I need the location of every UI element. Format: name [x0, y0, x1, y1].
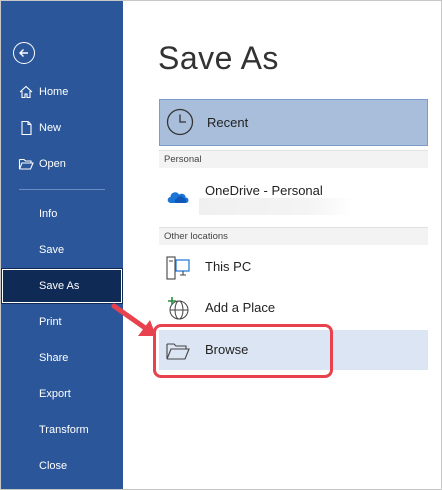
- add-place-globe-icon: [168, 297, 189, 320]
- location-this-pc[interactable]: This PC: [159, 247, 428, 287]
- open-folder-icon: [18, 158, 34, 170]
- page-title: Save As: [158, 40, 279, 76]
- nav-print[interactable]: Print: [1, 305, 123, 339]
- nav-divider: [19, 189, 105, 190]
- new-document-icon: [21, 120, 32, 136]
- nav-open-label: Open: [39, 158, 66, 170]
- nav-open[interactable]: Open: [1, 147, 123, 181]
- computer-icon: [166, 256, 190, 280]
- onedrive-label: OneDrive - Personal: [205, 183, 323, 198]
- nav-share-label: Share: [39, 352, 69, 364]
- onedrive-account-redacted: [199, 198, 354, 215]
- nav-close-label: Close: [39, 460, 68, 472]
- add-place-label: Add a Place: [205, 300, 276, 315]
- nav-transform[interactable]: Transform: [1, 413, 123, 447]
- section-header-personal: Personal: [159, 150, 428, 168]
- nav-save-as-label: Save As: [39, 280, 80, 292]
- annotation-highlight-box: [153, 324, 333, 378]
- location-recent[interactable]: Recent: [159, 99, 428, 146]
- nav-info[interactable]: Info: [1, 197, 123, 231]
- nav-info-label: Info: [39, 208, 58, 220]
- home-icon: [19, 85, 33, 99]
- nav-new[interactable]: New: [1, 111, 123, 145]
- nav-home[interactable]: Home: [1, 75, 123, 109]
- nav-save[interactable]: Save: [1, 233, 123, 267]
- nav-save-label: Save: [39, 244, 65, 256]
- nav-new-label: New: [39, 122, 62, 134]
- location-add-place[interactable]: Add a Place: [159, 288, 428, 328]
- backstage-sidebar: Home New Open Info Save Save As Print Sh…: [1, 1, 123, 489]
- this-pc-label: This PC: [205, 259, 252, 274]
- nav-print-label: Print: [39, 316, 62, 328]
- nav-transform-label: Transform: [39, 424, 89, 436]
- back-arrow-icon: [19, 49, 28, 57]
- nav-export[interactable]: Export: [1, 377, 123, 411]
- nav-export-label: Export: [39, 388, 71, 400]
- back-button[interactable]: [13, 42, 35, 64]
- nav-close[interactable]: Close: [1, 449, 123, 483]
- onedrive-cloud-icon: [167, 192, 189, 203]
- clock-icon: [166, 108, 194, 136]
- nav-home-label: Home: [39, 86, 69, 98]
- nav-save-as[interactable]: Save As: [1, 268, 123, 304]
- annotation-arrow-icon: [111, 303, 156, 336]
- recent-label: Recent: [207, 115, 249, 130]
- section-header-other-locations: Other locations: [159, 227, 428, 245]
- nav-share[interactable]: Share: [1, 341, 123, 375]
